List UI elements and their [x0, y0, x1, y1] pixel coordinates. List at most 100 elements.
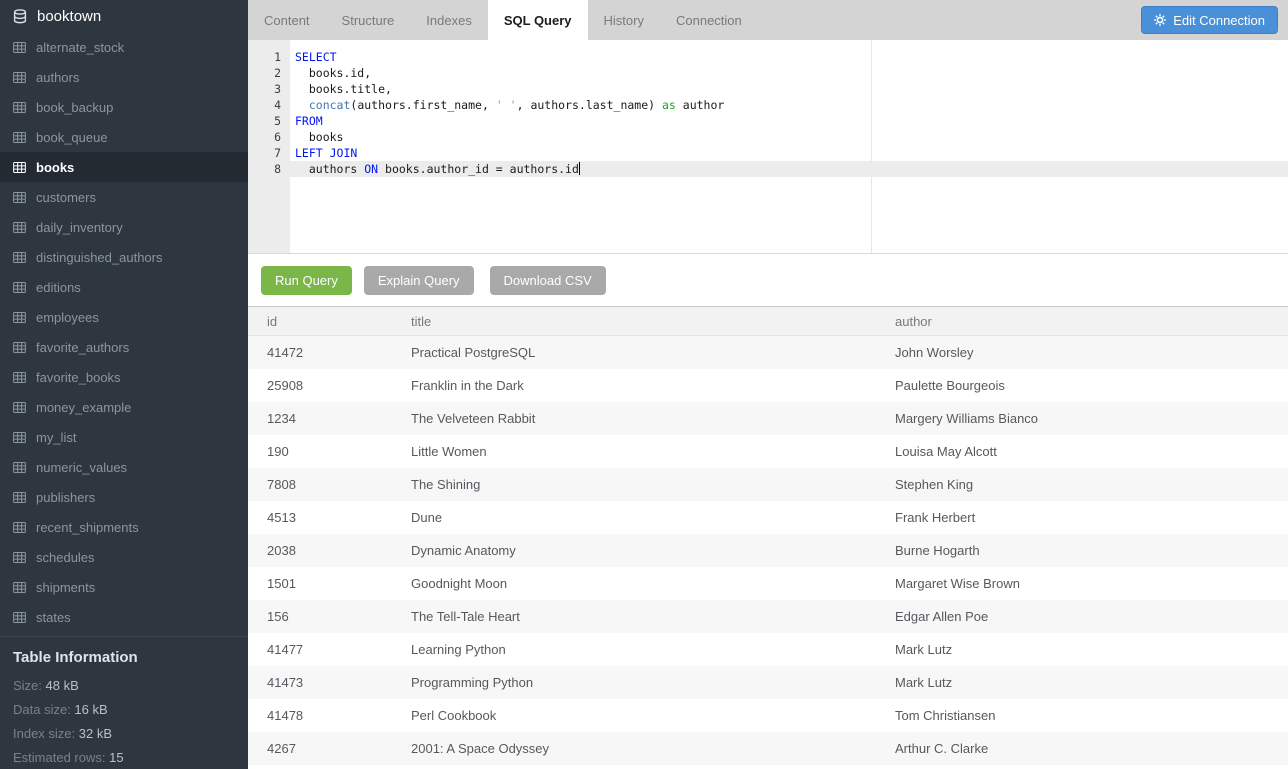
- table-row[interactable]: 7808 The Shining Stephen King: [248, 468, 1288, 501]
- sql-token-plain: books.author_id = authors.id: [378, 162, 579, 176]
- table-row[interactable]: 156 The Tell-Tale Heart Edgar Allen Poe: [248, 600, 1288, 633]
- sidebar-item-publishers[interactable]: publishers: [0, 482, 248, 512]
- code-line-5[interactable]: FROM: [290, 113, 1288, 129]
- cell-author: Edgar Allen Poe: [895, 609, 1288, 624]
- sql-token-plain: books: [295, 130, 343, 144]
- code-line-1[interactable]: SELECT: [290, 49, 1288, 65]
- cell-author: Mark Lutz: [895, 642, 1288, 657]
- sidebar-item-editions[interactable]: editions: [0, 272, 248, 302]
- sidebar-item-recent_shipments[interactable]: recent_shipments: [0, 512, 248, 542]
- tab-history[interactable]: History: [588, 0, 660, 40]
- sidebar-item-customers[interactable]: customers: [0, 182, 248, 212]
- code-line-3[interactable]: books.title,: [290, 81, 1288, 97]
- tab-connection[interactable]: Connection: [660, 0, 758, 40]
- cell-title: 2001: A Space Odyssey: [411, 741, 895, 756]
- cell-id: 4267: [267, 741, 411, 756]
- table-icon: [13, 462, 26, 473]
- sidebar-item-book_backup[interactable]: book_backup: [0, 92, 248, 122]
- code-line-7[interactable]: LEFT JOIN: [290, 145, 1288, 161]
- sidebar-item-authors[interactable]: authors: [0, 62, 248, 92]
- tab-indexes[interactable]: Indexes: [410, 0, 488, 40]
- code-line-2[interactable]: books.id,: [290, 65, 1288, 81]
- column-header-title[interactable]: title: [411, 314, 895, 329]
- sql-editor[interactable]: 12345678 SELECT books.id, books.title, c…: [248, 40, 1288, 254]
- run-query-button[interactable]: Run Query: [261, 266, 352, 295]
- table-row[interactable]: 190 Little Women Louisa May Alcott: [248, 435, 1288, 468]
- sidebar-item-books[interactable]: books: [0, 152, 248, 182]
- sidebar-table-label: numeric_values: [36, 460, 127, 475]
- sidebar-item-favorite_books[interactable]: favorite_books: [0, 362, 248, 392]
- sidebar-item-book_queue[interactable]: book_queue: [0, 122, 248, 152]
- column-header-id[interactable]: id: [267, 314, 411, 329]
- cell-title: Franklin in the Dark: [411, 378, 895, 393]
- table-row[interactable]: 1234 The Velveteen Rabbit Margery Willia…: [248, 402, 1288, 435]
- sidebar-table-label: distinguished_authors: [36, 250, 162, 265]
- sidebar-item-money_example[interactable]: money_example: [0, 392, 248, 422]
- editor-code-area[interactable]: SELECT books.id, books.title, concat(aut…: [290, 40, 1288, 253]
- edit-connection-button[interactable]: Edit Connection: [1141, 6, 1278, 34]
- sidebar-item-states[interactable]: states: [0, 602, 248, 632]
- sidebar-table-label: publishers: [36, 490, 95, 505]
- code-line-4[interactable]: concat(authors.first_name, ' ', authors.…: [290, 97, 1288, 113]
- table-row[interactable]: 41472 Practical PostgreSQL John Worsley: [248, 336, 1288, 369]
- database-name: booktown: [37, 8, 101, 25]
- table-row[interactable]: 4267 2001: A Space Odyssey Arthur C. Cla…: [248, 732, 1288, 765]
- table-icon: [13, 72, 26, 83]
- explain-query-button[interactable]: Explain Query: [364, 266, 474, 295]
- table-row[interactable]: 41478 Perl Cookbook Tom Christiansen: [248, 699, 1288, 732]
- edit-connection-label: Edit Connection: [1173, 13, 1265, 28]
- cell-author: John Worsley: [895, 345, 1288, 360]
- sidebar-item-my_list[interactable]: my_list: [0, 422, 248, 452]
- sql-token-builtin: concat: [309, 98, 351, 112]
- tab-structure[interactable]: Structure: [326, 0, 411, 40]
- sidebar-table-label: books: [36, 160, 74, 175]
- download-csv-button[interactable]: Download CSV: [490, 266, 606, 295]
- gear-icon: [1154, 14, 1166, 26]
- sidebar-item-favorite_authors[interactable]: favorite_authors: [0, 332, 248, 362]
- table-info-value: 48 kB: [46, 678, 79, 693]
- cell-author: Frank Herbert: [895, 510, 1288, 525]
- sidebar-item-employees[interactable]: employees: [0, 302, 248, 332]
- sql-token-plain: authors: [295, 162, 364, 176]
- cell-author: Mark Lutz: [895, 675, 1288, 690]
- cell-title: Dynamic Anatomy: [411, 543, 895, 558]
- table-info-value: 16 kB: [74, 702, 107, 717]
- table-info-row: Size: 48 kB: [13, 674, 235, 698]
- table-row[interactable]: 41477 Learning Python Mark Lutz: [248, 633, 1288, 666]
- table-row[interactable]: 4513 Dune Frank Herbert: [248, 501, 1288, 534]
- text-cursor: [579, 162, 580, 175]
- sidebar-table-label: employees: [36, 310, 99, 325]
- table-info-value: 15: [109, 750, 123, 765]
- sidebar-item-alternate_stock[interactable]: alternate_stock: [0, 32, 248, 62]
- table-row[interactable]: 25908 Franklin in the Dark Paulette Bour…: [248, 369, 1288, 402]
- database-icon: [13, 9, 27, 24]
- column-header-author[interactable]: author: [895, 314, 1288, 329]
- sidebar-item-daily_inventory[interactable]: daily_inventory: [0, 212, 248, 242]
- cell-title: Little Women: [411, 444, 895, 459]
- sql-token-plain: (authors.first_name,: [350, 98, 495, 112]
- tab-sql-query[interactable]: SQL Query: [488, 0, 588, 40]
- table-icon: [13, 312, 26, 323]
- sidebar-item-schedules[interactable]: schedules: [0, 542, 248, 572]
- cell-author: Louisa May Alcott: [895, 444, 1288, 459]
- sidebar-item-distinguished_authors[interactable]: distinguished_authors: [0, 242, 248, 272]
- tab-content[interactable]: Content: [248, 0, 326, 40]
- sql-token-plain: [295, 98, 309, 112]
- sidebar-item-numeric_values[interactable]: numeric_values: [0, 452, 248, 482]
- sidebar-database-header[interactable]: booktown: [0, 0, 248, 32]
- table-row[interactable]: 41473 Programming Python Mark Lutz: [248, 666, 1288, 699]
- line-number: 8: [248, 161, 290, 177]
- table-information-rows: Size: 48 kB Data size: 16 kB Index size:…: [13, 674, 235, 769]
- code-line-8[interactable]: authors ON books.author_id = authors.id: [290, 161, 1288, 177]
- code-line-6[interactable]: books: [290, 129, 1288, 145]
- table-row[interactable]: 1501 Goodnight Moon Margaret Wise Brown: [248, 567, 1288, 600]
- sidebar-table-label: favorite_books: [36, 370, 121, 385]
- line-number: 7: [248, 145, 290, 161]
- line-number: 6: [248, 129, 290, 145]
- table-row[interactable]: 2038 Dynamic Anatomy Burne Hogarth: [248, 534, 1288, 567]
- table-icon: [13, 132, 26, 143]
- cell-id: 1501: [267, 576, 411, 591]
- cell-id: 1234: [267, 411, 411, 426]
- sidebar-item-shipments[interactable]: shipments: [0, 572, 248, 602]
- sidebar-table-label: states: [36, 610, 71, 625]
